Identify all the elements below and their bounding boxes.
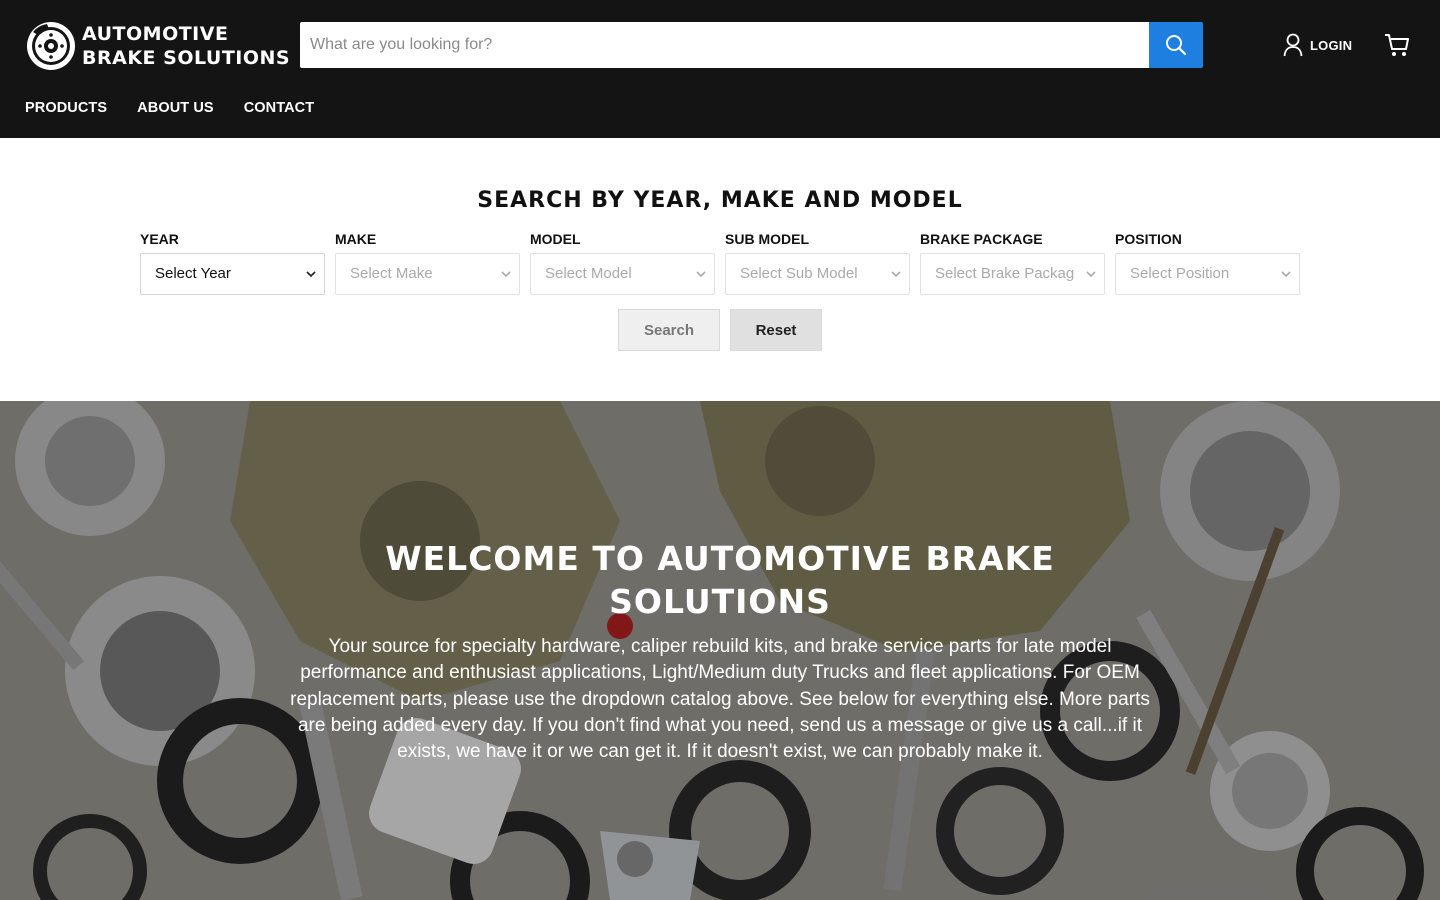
position-select[interactable]: Select Position — [1115, 253, 1300, 295]
field-year: YEAR Select Year — [140, 231, 325, 295]
chevron-down-icon — [306, 271, 316, 278]
brake-disc-icon — [27, 22, 75, 70]
site-search — [300, 22, 1203, 68]
nav-item-about-us[interactable]: ABOUT US — [137, 100, 214, 116]
hero-title-line-2: SOLUTIONS — [609, 582, 831, 621]
chevron-down-icon — [1281, 271, 1291, 278]
model-label: MODEL — [530, 231, 581, 247]
field-position: POSITION Select Position — [1115, 231, 1300, 295]
field-sub-model: SUB MODEL Select Sub Model — [725, 231, 910, 295]
sub-model-label: SUB MODEL — [725, 231, 809, 247]
nav-item-contact[interactable]: CONTACT — [244, 100, 315, 116]
cart-icon — [1385, 34, 1409, 56]
search-button[interactable] — [1149, 22, 1203, 68]
ymm-title: SEARCH BY YEAR, MAKE AND MODEL — [477, 188, 963, 213]
search-input[interactable] — [300, 22, 1149, 68]
site-header: AUTOMOTIVE BRAKE SOLUTIONS LOGIN PRODUCT… — [0, 0, 1440, 138]
hero-description: Your source for specialty hardware, cali… — [290, 636, 1150, 763]
login-link[interactable]: LOGIN — [1283, 32, 1352, 58]
chevron-down-icon — [501, 271, 511, 278]
site-logo[interactable]: AUTOMOTIVE BRAKE SOLUTIONS — [25, 19, 290, 73]
position-select-value: Select Position — [1130, 265, 1230, 282]
year-label: YEAR — [140, 231, 179, 247]
search-icon — [1166, 35, 1187, 56]
ymm-search-button[interactable]: Search — [618, 309, 720, 351]
cart-button[interactable] — [1383, 31, 1411, 59]
chevron-down-icon — [1086, 271, 1096, 278]
chevron-down-icon — [891, 271, 901, 278]
nav-item-products[interactable]: PRODUCTS — [25, 100, 107, 116]
model-select-value: Select Model — [545, 265, 632, 282]
hero-banner: WELCOME TO AUTOMOTIVE BRAKE SOLUTIONS Yo… — [0, 401, 1440, 900]
sub-model-select[interactable]: Select Sub Model — [725, 253, 910, 295]
brake-package-label: BRAKE PACKAGE — [920, 231, 1043, 247]
brake-package-select[interactable]: Select Brake Package — [920, 253, 1105, 295]
year-select[interactable]: Select Year — [140, 253, 325, 295]
logo-line-1: AUTOMOTIVE — [82, 23, 229, 45]
hero-title: WELCOME TO AUTOMOTIVE BRAKE SOLUTIONS — [0, 537, 1440, 623]
make-select-value: Select Make — [350, 265, 433, 282]
logo-line-2: BRAKE SOLUTIONS — [82, 47, 291, 69]
position-label: POSITION — [1115, 231, 1182, 247]
user-icon — [1283, 33, 1303, 57]
year-select-value: Select Year — [155, 265, 231, 282]
make-label: MAKE — [335, 231, 377, 247]
ymm-fields: YEAR Select Year MAKE Select Make MODEL … — [140, 231, 1300, 295]
field-brake-package: BRAKE PACKAGE Select Brake Package — [920, 231, 1105, 295]
login-label: LOGIN — [1310, 37, 1353, 53]
hero-title-line-1: WELCOME TO AUTOMOTIVE BRAKE — [385, 539, 1055, 578]
chevron-down-icon — [696, 271, 706, 278]
brake-package-select-value: Select Brake Package — [935, 265, 1075, 282]
field-make: MAKE Select Make — [335, 231, 520, 295]
field-model: MODEL Select Model — [530, 231, 715, 295]
ymm-reset-button[interactable]: Reset — [730, 309, 822, 351]
sub-model-select-value: Select Sub Model — [740, 265, 858, 282]
ymm-buttons: Search Reset — [618, 309, 822, 351]
main-nav: PRODUCTS ABOUT US CONTACT — [25, 100, 344, 116]
model-select[interactable]: Select Model — [530, 253, 715, 295]
make-select[interactable]: Select Make — [335, 253, 520, 295]
